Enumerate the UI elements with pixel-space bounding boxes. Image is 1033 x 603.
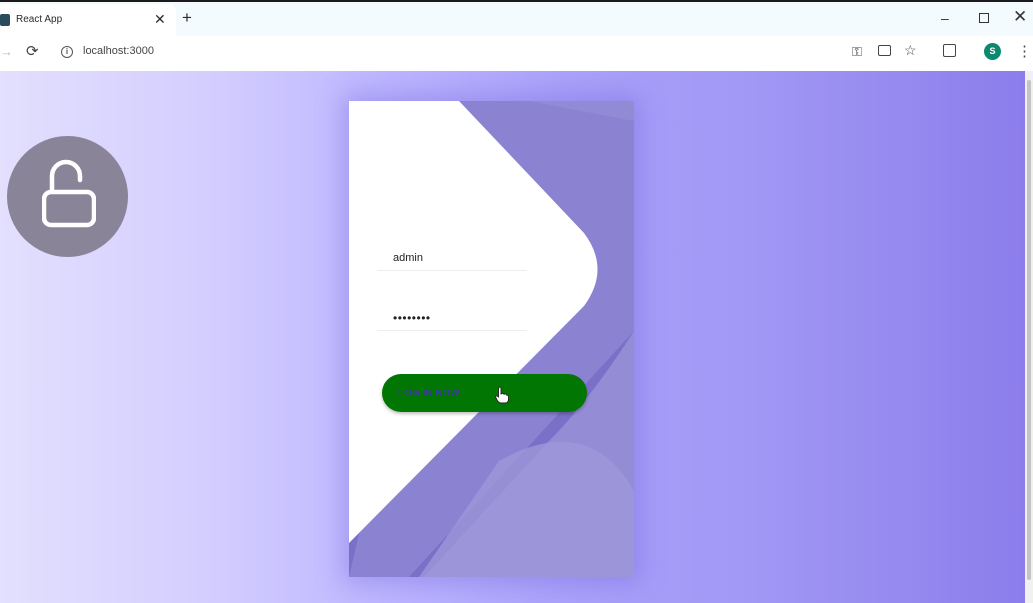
unlock-icon xyxy=(42,159,96,228)
username-field[interactable] xyxy=(377,245,527,271)
password-input[interactable] xyxy=(377,305,527,330)
page-background: LOG IN NOW xyxy=(0,71,1025,603)
reload-icon[interactable]: ⟳ xyxy=(26,42,39,60)
username-input[interactable] xyxy=(377,245,527,270)
login-card: LOG IN NOW xyxy=(349,101,634,577)
address-bar[interactable]: localhost:3000 xyxy=(83,45,154,57)
restore-icon[interactable] xyxy=(979,13,989,23)
password-field[interactable] xyxy=(377,305,527,331)
scrollbar-thumb[interactable] xyxy=(1027,80,1031,580)
login-button[interactable]: LOG IN NOW xyxy=(382,374,587,412)
lock-badge xyxy=(7,136,128,257)
window-close-icon[interactable]: ✕ xyxy=(1013,7,1027,27)
plus-icon[interactable]: + xyxy=(182,8,192,28)
tab-strip: React App ✕ + – ✕ xyxy=(0,0,1033,38)
key-icon[interactable]: ⚿ xyxy=(852,44,862,60)
forward-icon[interactable]: → xyxy=(0,44,13,59)
info-icon[interactable]: i xyxy=(61,46,73,58)
close-icon[interactable]: ✕ xyxy=(154,11,166,28)
minimize-icon[interactable]: – xyxy=(941,10,949,26)
hand-cursor-icon xyxy=(495,386,509,404)
install-icon[interactable] xyxy=(878,45,891,56)
avatar[interactable]: S xyxy=(984,43,1001,60)
star-icon[interactable]: ☆ xyxy=(904,42,917,59)
extensions-icon[interactable] xyxy=(943,44,956,57)
tab-title: React App xyxy=(16,14,63,25)
menu-icon[interactable]: ⋮ xyxy=(1017,42,1032,60)
favicon-icon xyxy=(0,14,10,26)
tab-react-app[interactable]: React App ✕ xyxy=(0,4,176,38)
browser-toolbar: → ⟳ i localhost:3000 ⚿ ☆ S ⋮ xyxy=(0,36,1033,71)
card-background xyxy=(349,101,634,577)
